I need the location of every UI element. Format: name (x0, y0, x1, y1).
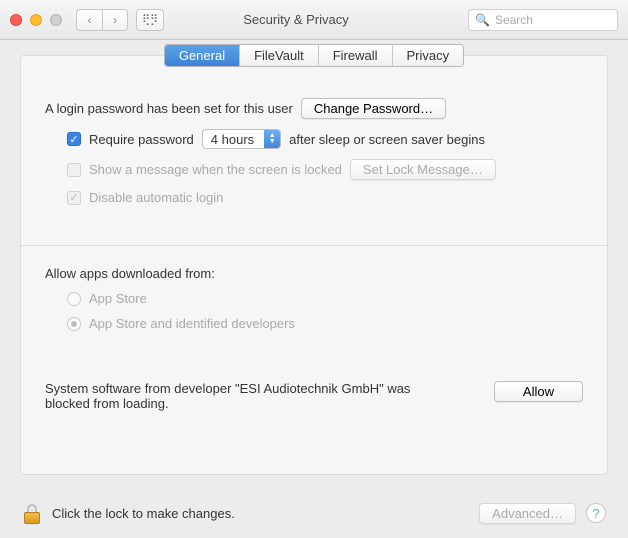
help-button[interactable]: ? (586, 503, 606, 523)
zoom-window-button (50, 14, 62, 26)
allow-button[interactable]: Allow (494, 381, 583, 402)
footer: Click the lock to make changes. Advanced… (0, 492, 628, 538)
tab-privacy[interactable]: Privacy (393, 45, 464, 66)
app-store-identified-radio (67, 317, 81, 331)
tab-bar: General FileVault Firewall Privacy (21, 55, 607, 67)
advanced-button: Advanced… (479, 503, 576, 524)
require-password-delay-select[interactable]: 4 hours ▲▼ (202, 129, 281, 149)
search-icon: 🔍 (475, 13, 490, 27)
chevron-right-icon: › (113, 13, 117, 27)
tab-general[interactable]: General (165, 45, 240, 66)
app-store-radio (67, 292, 81, 306)
help-icon: ? (592, 506, 599, 521)
disable-auto-login-label: Disable automatic login (89, 190, 223, 205)
app-store-identified-label: App Store and identified developers (89, 316, 295, 331)
disable-auto-login-checkbox: ✓ (67, 191, 81, 205)
window-controls (10, 14, 62, 26)
search-input[interactable]: 🔍 Search (468, 9, 618, 31)
show-message-checkbox (67, 163, 81, 177)
require-password-label: Require password (89, 132, 194, 147)
blocked-software-text: System software from developer "ESI Audi… (45, 381, 425, 411)
allow-apps-section: Allow apps downloaded from: App Store Ap… (21, 266, 607, 331)
login-section: A login password has been set for this u… (21, 68, 607, 225)
close-window-button[interactable] (10, 14, 22, 26)
divider (21, 245, 607, 246)
require-password-after-text: after sleep or screen saver begins (289, 132, 485, 147)
app-store-label: App Store (89, 291, 147, 306)
select-arrows-icon: ▲▼ (264, 130, 280, 148)
require-password-checkbox[interactable]: ✓ (67, 132, 81, 146)
set-lock-message-button: Set Lock Message… (350, 159, 496, 180)
blocked-software-row: System software from developer "ESI Audi… (21, 341, 607, 411)
preferences-panel: General FileVault Firewall Privacy A log… (20, 55, 608, 475)
titlebar: ‹ › ⢟⡻ Security & Privacy 🔍 Search (0, 0, 628, 40)
nav-buttons: ‹ › (76, 9, 128, 31)
allow-apps-heading: Allow apps downloaded from: (45, 266, 215, 281)
window-title: Security & Privacy (132, 12, 460, 27)
lock-icon[interactable] (22, 502, 42, 524)
minimize-window-button[interactable] (30, 14, 42, 26)
lock-text: Click the lock to make changes. (52, 506, 235, 521)
content-area: General FileVault Firewall Privacy A log… (0, 40, 628, 485)
chevron-left-icon: ‹ (88, 13, 92, 27)
show-message-label: Show a message when the screen is locked (89, 162, 342, 177)
login-password-text: A login password has been set for this u… (45, 101, 293, 116)
tab-filevault[interactable]: FileVault (240, 45, 319, 66)
back-button[interactable]: ‹ (76, 9, 102, 31)
tab-firewall[interactable]: Firewall (319, 45, 393, 66)
forward-button[interactable]: › (102, 9, 128, 31)
change-password-button[interactable]: Change Password… (301, 98, 446, 119)
